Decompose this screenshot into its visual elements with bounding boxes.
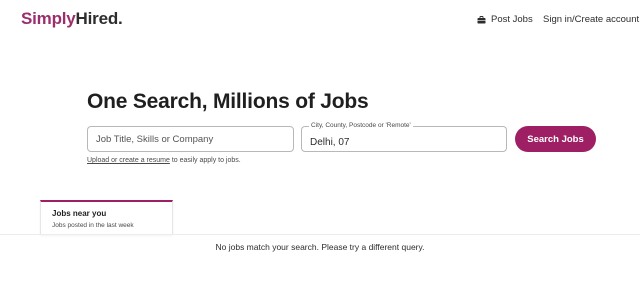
page-title: One Search, Millions of Jobs <box>87 90 369 113</box>
post-jobs-label: Post Jobs <box>491 14 533 25</box>
what-field <box>87 126 294 152</box>
tab-divider <box>0 234 640 235</box>
location-input[interactable] <box>302 127 506 151</box>
post-jobs-link[interactable]: Post Jobs <box>477 14 533 25</box>
resume-prompt: Upload or create a resume to easily appl… <box>87 157 241 164</box>
simplyhired-logo[interactable]: SimplyHired. <box>21 9 123 29</box>
no-results-message: No jobs match your search. Please try a … <box>215 242 425 252</box>
logo-hired: Hired. <box>75 9 123 28</box>
upload-resume-link[interactable]: Upload or create a resume <box>87 157 170 164</box>
logo-simply: Simply <box>21 9 76 28</box>
tab-subtitle: Jobs posted in the last week <box>52 222 134 229</box>
tab-title: Jobs near you <box>52 209 107 218</box>
briefcase-icon <box>477 15 486 23</box>
where-field: City, County, Postcode or 'Remote' <box>301 122 507 152</box>
site-header: SimplyHired. Post Jobs Sign in/Create ac… <box>0 0 640 40</box>
resume-prompt-suffix: to easily apply to jobs. <box>169 157 241 164</box>
sign-in-link[interactable]: Sign in/Create account <box>543 14 639 25</box>
tab-jobs-near-you[interactable]: Jobs near you Jobs posted in the last we… <box>40 200 173 235</box>
job-title-input[interactable] <box>88 127 293 151</box>
search-jobs-button[interactable]: Search Jobs <box>515 126 596 152</box>
location-field-label: City, County, Postcode or 'Remote' <box>309 122 413 129</box>
